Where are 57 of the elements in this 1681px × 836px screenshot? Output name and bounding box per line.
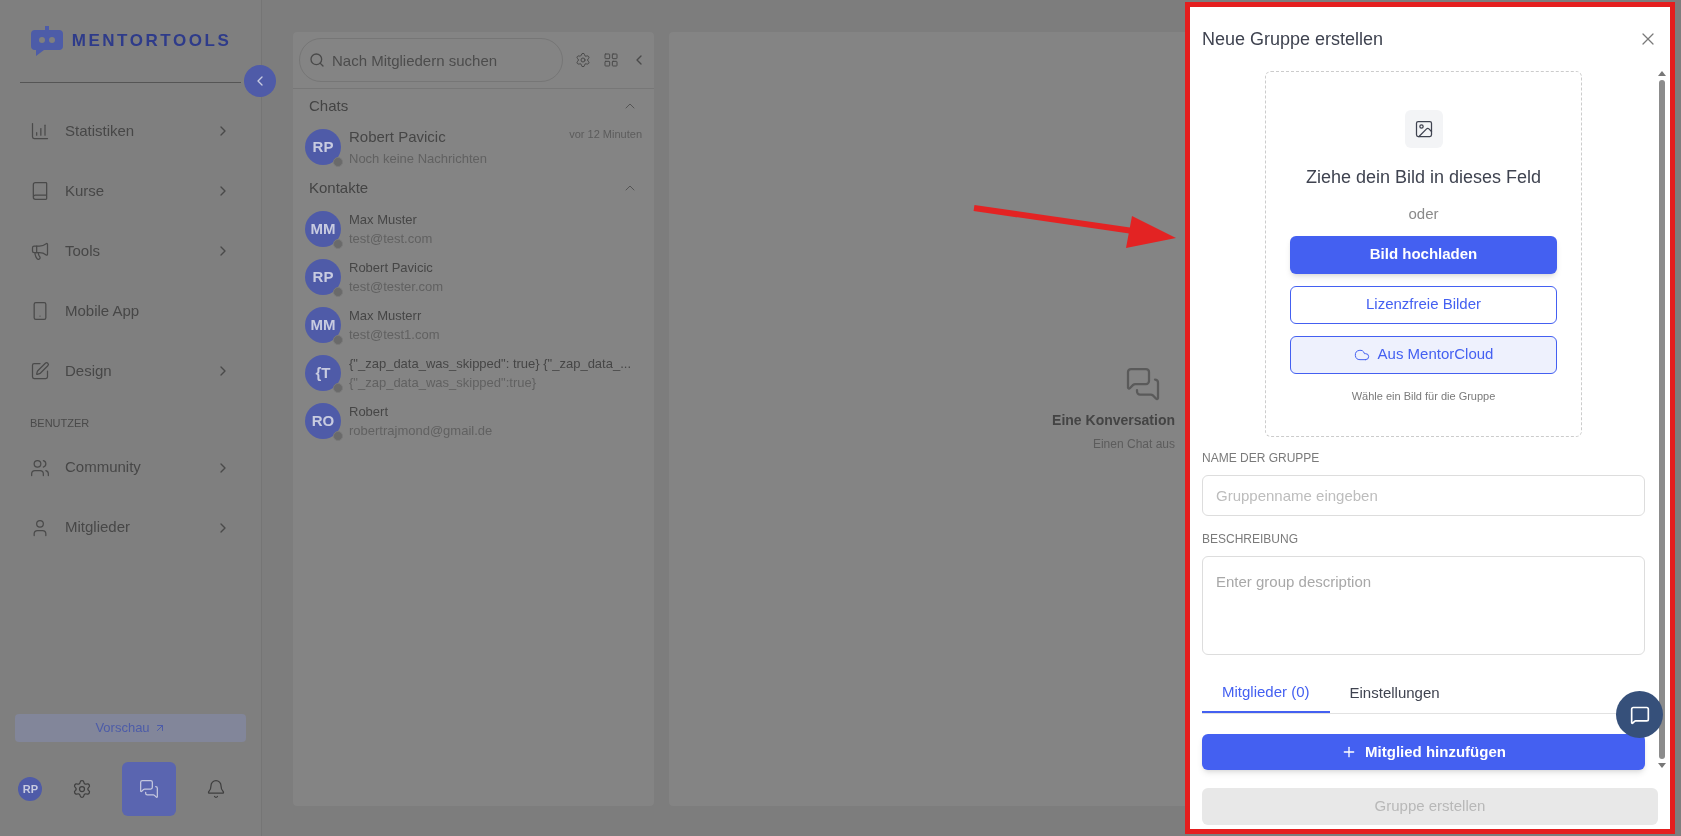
section-title: Chats: [309, 95, 349, 116]
contact-name: Max Musterr: [349, 306, 422, 325]
add-member-button[interactable]: Mitglied hinzufügen: [1202, 734, 1645, 770]
field-label: BESCHREIBUNG: [1202, 531, 1300, 548]
sidebar-item[interactable]: Community: [0, 437, 261, 498]
stock-images-button[interactable]: Lizenzfreie Bilder: [1290, 285, 1557, 324]
section-title: Kontakte: [309, 177, 369, 198]
search-icon: [309, 52, 325, 68]
gear-icon: [72, 779, 93, 799]
drawer-title: Neue Gruppe erstellen: [1202, 27, 1384, 51]
users-icon: [30, 457, 50, 478]
book-icon: [30, 181, 50, 201]
contact-name: Robert: [349, 402, 389, 421]
bell-icon: [205, 779, 226, 799]
tab[interactable]: Einstellungen: [1329, 673, 1460, 713]
chat-bubbles-icon: [138, 779, 159, 799]
avatar: {T: [305, 355, 341, 391]
field-label: NAME DER GRUPPE: [1202, 450, 1321, 467]
avatar: MM: [305, 211, 341, 247]
group-name-input[interactable]: Gruppenname eingeben: [1202, 475, 1645, 516]
image-icon: [1404, 110, 1443, 148]
sidebar-item[interactable]: Statistiken: [0, 101, 261, 161]
robot-logo-icon: [29, 26, 64, 56]
upload-button[interactable]: Bild hochladen: [1290, 235, 1557, 274]
pencil-square-icon: [30, 361, 50, 381]
contact-name: {"_zap_data_was_skipped": true} {"_zap_data_...: [349, 354, 631, 373]
megaphone-icon: [30, 241, 50, 261]
contact-name: Max Muster: [349, 210, 417, 229]
settings-icon[interactable]: [575, 52, 591, 68]
sidebar-item[interactable]: Design: [0, 341, 261, 401]
tab[interactable]: Mitglieder (0): [1202, 673, 1330, 713]
chat-bubbles-icon: [1125, 365, 1161, 402]
sidebar-item[interactable]: Kurse: [0, 161, 261, 221]
sidebar-item[interactable]: Tools: [0, 221, 261, 281]
dropzone-hint: Wähle ein Bild für die Gruppe: [1351, 388, 1496, 404]
chat-button[interactable]: [121, 762, 176, 816]
sidebar-item[interactable]: Mitglieder: [0, 497, 261, 558]
avatar: RO: [305, 403, 341, 439]
contact-name: Robert Pavicic: [349, 127, 446, 147]
bar-chart-icon: [30, 121, 50, 141]
grid-add-icon[interactable]: [603, 52, 619, 68]
avatar: MM: [305, 307, 341, 343]
separator-text: oder: [1408, 204, 1439, 224]
contact-name: Robert Pavicic: [349, 258, 433, 277]
chat-bubble-icon: [1629, 704, 1650, 725]
description-input[interactable]: Enter group description: [1202, 556, 1645, 655]
avatar: RP: [305, 129, 341, 165]
collapse-sidebar-button[interactable]: [244, 65, 276, 97]
search-field[interactable]: Nach Mitgliedern suchen: [299, 38, 563, 82]
avatar: RP: [305, 259, 341, 295]
image-dropzone[interactable]: Ziehe dein Bild in dieses Feld oder Bild hochladen Lizenzfreie Bilder Aus MentorCloud Wähle ein Bild für die Gruppe: [1265, 71, 1582, 437]
empty-title: Eine Konversation: [1052, 410, 1175, 430]
sidebar-item[interactable]: Mobile App: [0, 281, 261, 341]
user-avatar[interactable]: RP: [18, 777, 43, 801]
dropzone-headline: Ziehe dein Bild in dieses Feld: [1305, 166, 1542, 189]
logo-text: MENTORTOOLS: [71, 30, 232, 53]
cloud-button[interactable]: Aus MentorCloud: [1290, 335, 1557, 374]
